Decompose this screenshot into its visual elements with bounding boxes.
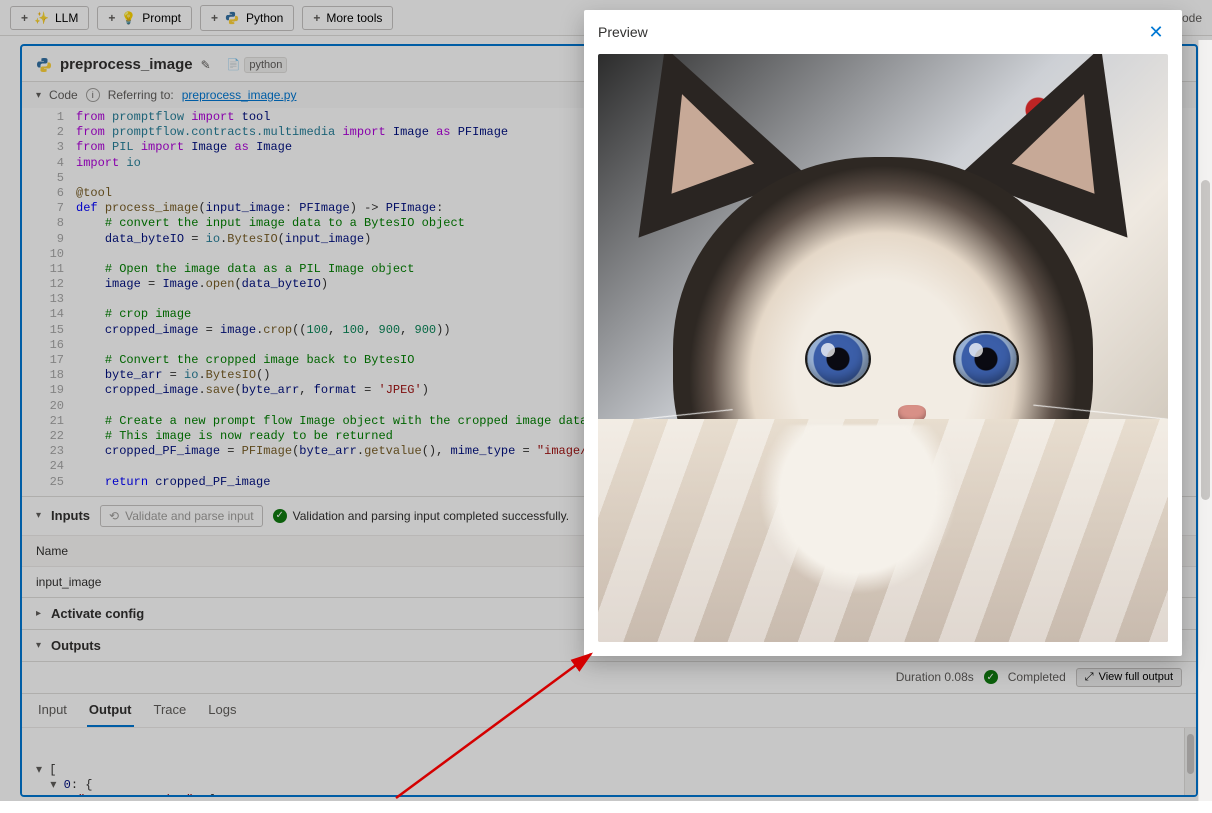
- page-scrollbar[interactable]: [1198, 40, 1212, 801]
- preview-modal: Preview ✕: [584, 10, 1182, 656]
- close-icon[interactable]: ✕: [1144, 20, 1168, 44]
- modal-body: [584, 54, 1182, 656]
- modal-header: Preview ✕: [584, 10, 1182, 54]
- modal-title: Preview: [598, 24, 648, 40]
- preview-image: [598, 54, 1168, 642]
